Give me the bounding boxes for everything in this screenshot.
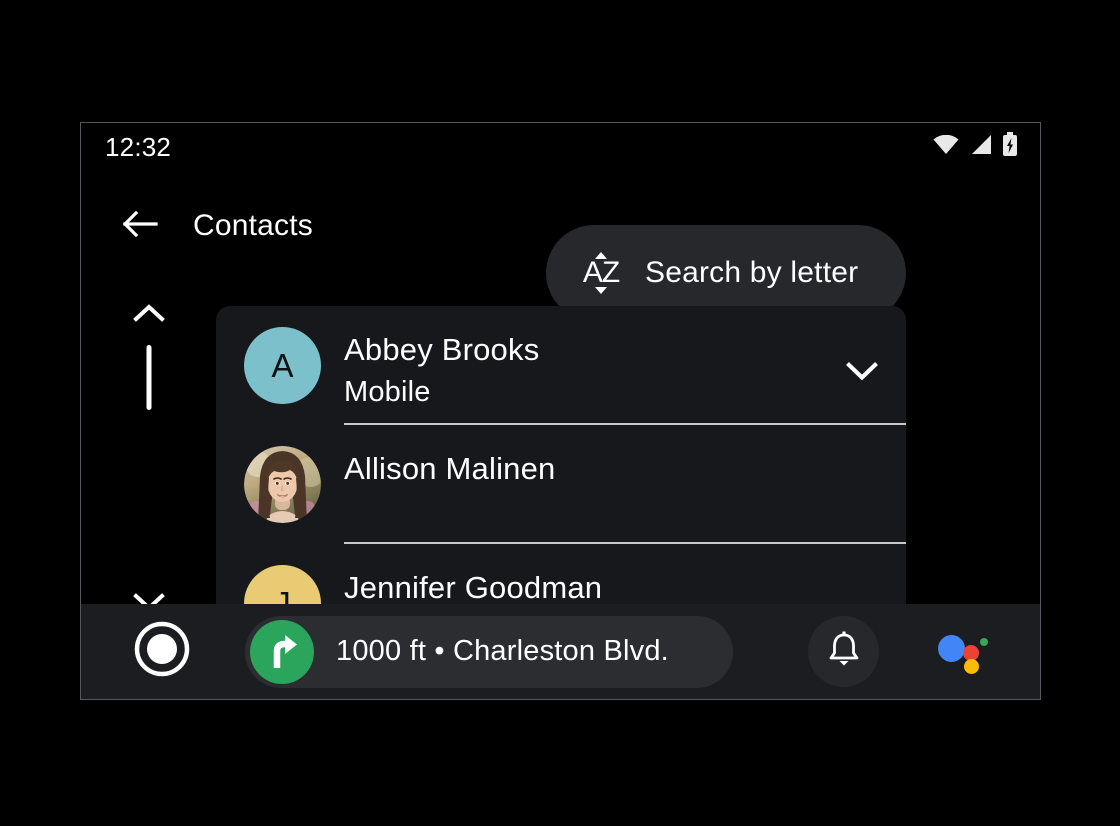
contact-list: A Abbey Brooks Mobile Allison Malinen J … [216,306,906,611]
contact-row[interactable]: J Jennifer Goodman [216,544,906,611]
wifi-icon [933,134,959,160]
avatar: A [244,327,321,404]
scroll-rail [101,293,197,623]
cellular-signal-icon [969,134,992,160]
contact-details: Abbey Brooks Mobile [344,306,906,425]
contact-subtitle: Mobile [344,376,431,408]
app-header: Contacts AZ Search by letter [81,171,1040,321]
contact-row[interactable]: A Abbey Brooks Mobile [216,306,906,425]
avatar-letter: A [271,346,294,384]
scroll-up-button[interactable] [123,293,175,337]
battery-charging-icon [1002,132,1018,162]
turn-right-icon [250,619,314,684]
chevron-down-icon [845,360,879,387]
navigation-pill[interactable]: 1000 ft • Charleston Blvd. [245,615,733,688]
expand-contact-button[interactable] [840,358,884,388]
home-button[interactable] [133,621,191,682]
chevron-up-icon [133,303,165,328]
notifications-button[interactable] [808,616,879,687]
contact-name: Allison Malinen [344,451,556,486]
contact-name: Abbey Brooks [344,332,540,367]
az-sort-icon: AZ [579,251,623,295]
navigation-text: 1000 ft • Charleston Blvd. [336,635,669,667]
az-sort-arrows [595,252,607,294]
circle-record-icon [134,621,190,682]
status-icon-group [933,132,1018,162]
scrollbar-thumb[interactable] [146,345,152,410]
search-by-letter-label: Search by letter [645,256,859,289]
contact-photo [244,446,321,523]
arrow-left-icon [122,209,158,244]
bell-icon [827,631,861,672]
back-button[interactable] [118,204,162,248]
scrollbar-track[interactable] [146,345,152,585]
android-auto-screen: 12:32 Contacts AZ Search by letter A Abb… [80,122,1041,700]
page-title: Contacts [193,209,313,242]
status-clock: 12:32 [105,131,172,162]
contact-details: Jennifer Goodman [344,544,906,611]
bottom-nav-bar: 1000 ft • Charleston Blvd. [81,604,1040,699]
assistant-button[interactable] [930,620,1002,684]
contact-details: Allison Malinen [344,425,906,544]
contact-row[interactable]: Allison Malinen [216,425,906,544]
google-assistant-icon [938,630,994,674]
status-bar: 12:32 [81,123,1040,171]
avatar [244,446,321,523]
contact-name: Jennifer Goodman [344,570,603,605]
